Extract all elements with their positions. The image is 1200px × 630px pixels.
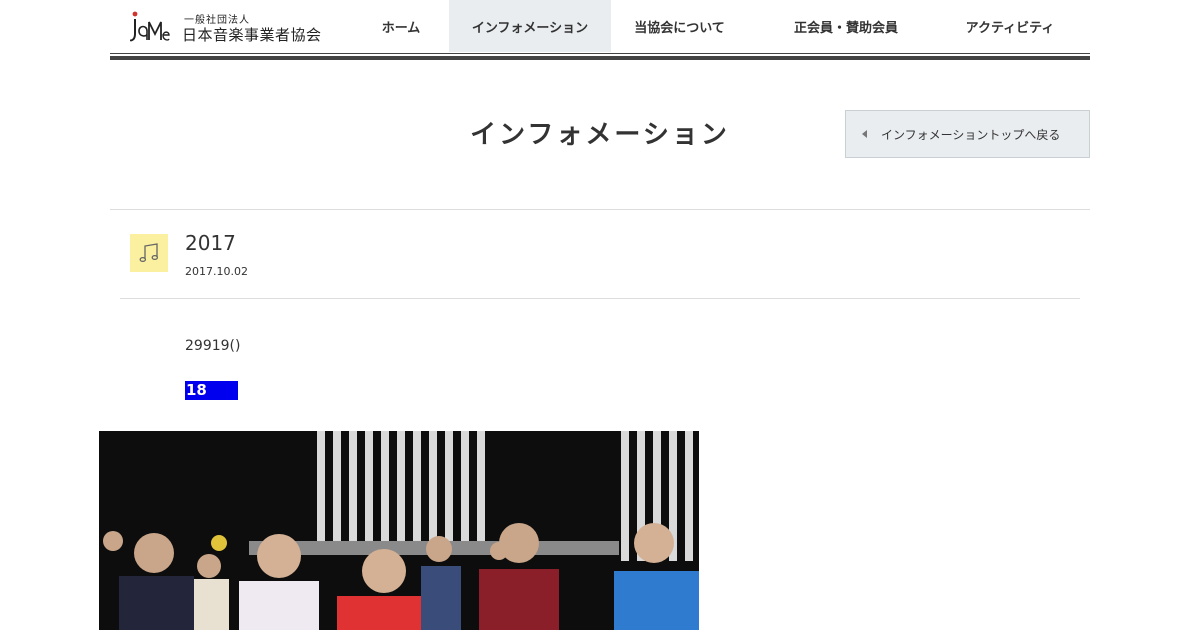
global-nav: ホーム インフォメーション 当協会について 正会員・賛助会員 アクティビティ bbox=[353, 0, 1076, 52]
category-badge bbox=[130, 234, 168, 272]
logo-title: 日本音楽事業者協会 bbox=[182, 26, 322, 44]
site-logo[interactable]: 一般社団法人 日本音楽事業者協会 bbox=[130, 10, 330, 46]
article-divider-bottom bbox=[120, 298, 1080, 299]
header-rule-thin bbox=[110, 53, 1090, 54]
nav-item-about[interactable]: 当協会について bbox=[611, 0, 748, 52]
studio-photo-image bbox=[99, 431, 699, 630]
header-rule-thick bbox=[110, 56, 1090, 60]
nav-item-home[interactable]: ホーム bbox=[353, 0, 449, 52]
nav-item-information[interactable]: インフォメーション bbox=[449, 0, 611, 52]
article-date: 2017.10.02 bbox=[185, 265, 248, 278]
article-body-text: 29919() bbox=[185, 338, 241, 354]
site-header: 一般社団法人 日本音楽事業者協会 ホーム インフォメーション 当協会について 正… bbox=[110, 0, 1090, 60]
jame-logo-icon bbox=[130, 11, 170, 42]
article-photo bbox=[99, 431, 699, 630]
nav-item-members[interactable]: 正会員・賛助会員 bbox=[748, 0, 944, 52]
article-divider-top bbox=[110, 209, 1090, 210]
music-note-icon bbox=[139, 243, 159, 263]
nav-item-activity[interactable]: アクティビティ bbox=[944, 0, 1076, 52]
back-button-label: インフォメーショントップへ戻る bbox=[881, 127, 1061, 142]
highlighted-text: 18 bbox=[185, 381, 238, 400]
arrow-left-icon bbox=[862, 130, 867, 138]
article-title: 2017 bbox=[185, 231, 236, 255]
back-to-information-button[interactable]: インフォメーショントップへ戻る bbox=[845, 110, 1090, 158]
